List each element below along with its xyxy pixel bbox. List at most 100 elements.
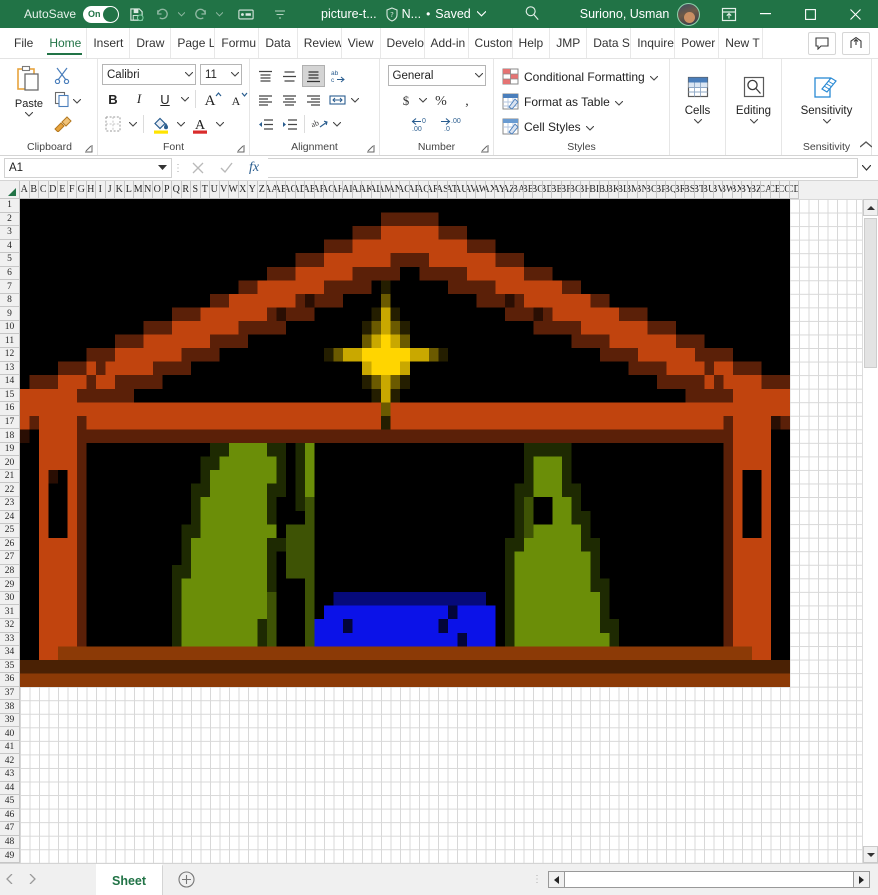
row-header-47[interactable]: 47 xyxy=(0,822,19,836)
column-header-f[interactable]: F xyxy=(67,181,77,199)
chevron-down-icon[interactable] xyxy=(158,164,167,173)
row-header-29[interactable]: 29 xyxy=(0,578,19,592)
column-header-bn[interactable]: BN xyxy=(637,181,647,199)
row-header-4[interactable]: 4 xyxy=(0,239,19,254)
row-header-8[interactable]: 8 xyxy=(0,293,19,308)
column-header-j[interactable]: J xyxy=(105,181,115,199)
row-header-39[interactable]: 39 xyxy=(0,713,19,728)
editing-button[interactable]: Editing xyxy=(730,65,777,126)
italic-button[interactable]: I xyxy=(128,88,150,110)
row-header-42[interactable]: 42 xyxy=(0,754,19,768)
chevron-down-icon[interactable] xyxy=(230,70,240,79)
tab-home[interactable]: Home xyxy=(43,28,88,58)
tab-page-layout[interactable]: Page L xyxy=(171,28,216,58)
row-header-31[interactable]: 31 xyxy=(0,605,19,619)
avatar[interactable] xyxy=(677,2,701,26)
column-header-ac[interactable]: AC xyxy=(286,181,296,199)
column-header-g[interactable]: G xyxy=(77,181,87,199)
next-sheet-icon[interactable] xyxy=(28,873,36,886)
user-name[interactable]: Suriono, Usman xyxy=(580,7,670,21)
close-button[interactable] xyxy=(833,0,878,28)
tab-help[interactable]: Help xyxy=(513,28,551,58)
cancel-icon[interactable] xyxy=(184,158,212,178)
format-painter-button[interactable] xyxy=(52,115,83,136)
add-sheet-icon[interactable] xyxy=(163,864,209,895)
minimize-button[interactable] xyxy=(743,0,788,28)
row-header-20[interactable]: 20 xyxy=(0,456,19,470)
row-header-18[interactable]: 18 xyxy=(0,429,19,443)
row-header-30[interactable]: 30 xyxy=(0,591,19,606)
column-header-bt[interactable]: BT xyxy=(694,181,704,199)
column-header-bx[interactable]: BX xyxy=(732,181,742,199)
borders-icon[interactable] xyxy=(102,113,124,135)
column-header-z[interactable]: Z xyxy=(257,181,267,199)
chevron-down-icon[interactable] xyxy=(180,95,189,104)
tab-jmp[interactable]: JMP xyxy=(550,28,588,58)
tab-add-ins[interactable]: Add-in xyxy=(425,28,469,58)
column-header-x[interactable]: X xyxy=(238,181,248,199)
vscroll-track[interactable] xyxy=(863,216,878,846)
column-header-c[interactable]: C xyxy=(39,181,49,199)
row-header-27[interactable]: 27 xyxy=(0,551,19,565)
decrease-font-size-icon[interactable]: A xyxy=(228,88,250,110)
column-header-aj[interactable]: AJ xyxy=(352,181,362,199)
column-header-i[interactable]: I xyxy=(96,181,106,199)
tab-inquire[interactable]: Inquire xyxy=(631,28,676,58)
column-header-ba[interactable]: BA xyxy=(514,181,524,199)
chevron-down-icon[interactable] xyxy=(418,96,428,105)
column-header-u[interactable]: U xyxy=(210,181,220,199)
column-header-au[interactable]: AU xyxy=(457,181,467,199)
column-header-bw[interactable]: BW xyxy=(723,181,733,199)
share-icon[interactable] xyxy=(842,31,870,55)
font-color-icon[interactable]: A xyxy=(189,113,211,135)
row-header-5[interactable]: 5 xyxy=(0,253,19,267)
row-header-33[interactable]: 33 xyxy=(0,632,19,647)
column-header-bf[interactable]: BF xyxy=(561,181,571,199)
scroll-left-icon[interactable] xyxy=(548,871,565,888)
column-header-ai[interactable]: AI xyxy=(343,181,353,199)
row-header-24[interactable]: 24 xyxy=(0,510,19,525)
column-header-bo[interactable]: BO xyxy=(647,181,657,199)
column-header-ay[interactable]: AY xyxy=(495,181,505,199)
row-header-25[interactable]: 25 xyxy=(0,524,19,538)
tab-view[interactable]: View xyxy=(342,28,381,58)
row-header-34[interactable]: 34 xyxy=(0,646,19,660)
row-header-6[interactable]: 6 xyxy=(0,266,19,281)
column-header-ag[interactable]: AG xyxy=(324,181,334,199)
column-header-t[interactable]: T xyxy=(200,181,210,199)
align-right-icon[interactable] xyxy=(302,89,325,111)
row-header-41[interactable]: 41 xyxy=(0,740,19,755)
dialog-launcher-icon[interactable] xyxy=(84,144,93,153)
row-header-35[interactable]: 35 xyxy=(0,659,19,674)
dialog-launcher-icon[interactable] xyxy=(236,144,245,153)
column-header-cd[interactable]: CD xyxy=(789,181,799,199)
chevron-down-icon[interactable] xyxy=(72,97,81,106)
fill-color-icon[interactable] xyxy=(150,113,172,135)
sheet-tab-sheet[interactable]: Sheet xyxy=(96,864,164,895)
column-header-s[interactable]: S xyxy=(191,181,201,199)
document-title[interactable]: picture-t... xyxy=(321,7,377,21)
column-header-aw[interactable]: AW xyxy=(476,181,486,199)
chevron-down-icon[interactable] xyxy=(585,120,595,134)
column-header-bc[interactable]: BC xyxy=(533,181,543,199)
row-header-21[interactable]: 21 xyxy=(0,469,19,484)
hscroll-track[interactable] xyxy=(565,871,853,888)
redo-icon[interactable] xyxy=(187,2,213,26)
column-header-bi[interactable]: BI xyxy=(590,181,600,199)
split-grip-icon[interactable]: ⋮ xyxy=(526,864,548,895)
column-header-bk[interactable]: BK xyxy=(609,181,619,199)
touch-mode-icon[interactable] xyxy=(233,2,259,26)
number-format-select[interactable]: General xyxy=(387,65,486,86)
row-header-26[interactable]: 26 xyxy=(0,537,19,552)
column-headers[interactable]: ABCDEFGHIJKLMNOPQRSTUVWXYZAAABACADAEAFAG… xyxy=(20,181,862,199)
column-header-v[interactable]: V xyxy=(219,181,229,199)
name-box[interactable]: A1 xyxy=(4,158,172,178)
sensitivity-button[interactable]: Sensitivity xyxy=(789,65,865,126)
column-header-al[interactable]: AL xyxy=(371,181,381,199)
column-header-af[interactable]: AF xyxy=(314,181,324,199)
row-header-43[interactable]: 43 xyxy=(0,767,19,782)
row-header-13[interactable]: 13 xyxy=(0,361,19,376)
column-header-cc[interactable]: CC xyxy=(780,181,790,199)
column-header-be[interactable]: BE xyxy=(552,181,562,199)
column-header-bz[interactable]: BZ xyxy=(751,181,761,199)
